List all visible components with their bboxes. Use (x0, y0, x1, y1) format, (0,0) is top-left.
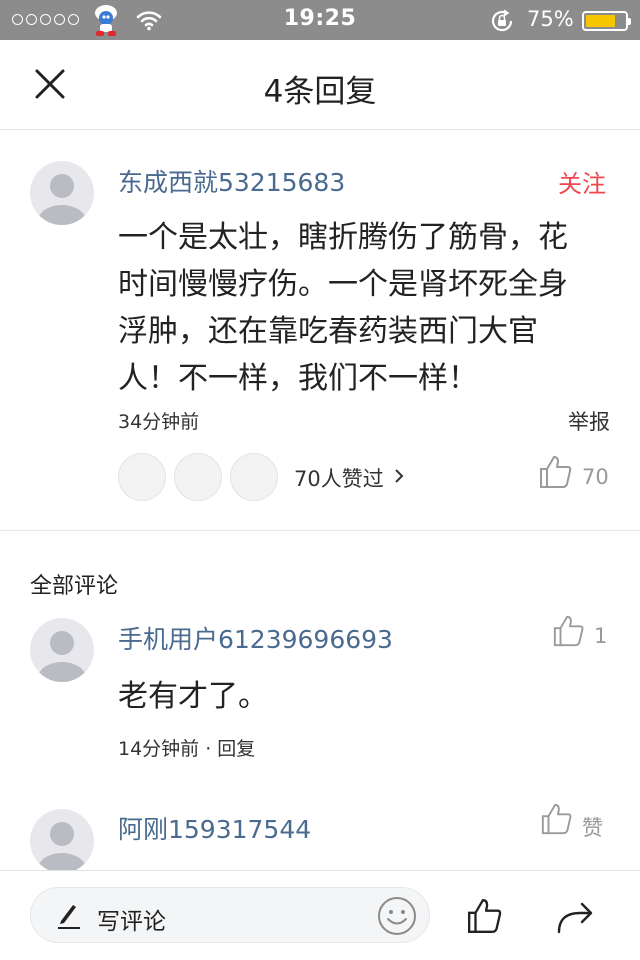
header: 4条回复 (0, 40, 640, 130)
pen-icon (58, 905, 80, 929)
replies-sheet: 4条回复 东成西就53215683 关注 一个是太壮，瞎折腾伤了筋骨，花 时间慢… (0, 40, 640, 960)
like-count: 70 (582, 465, 609, 489)
divider (0, 530, 640, 531)
reply-username[interactable]: 手机用户61239696693 (118, 620, 393, 656)
emoji-icon[interactable] (377, 896, 417, 936)
share-icon[interactable] (556, 899, 596, 935)
follow-button[interactable]: 关注 (558, 164, 606, 199)
battery-percent: 75% (527, 7, 574, 31)
page-title: 4条回复 (263, 74, 377, 110)
thumbs-up-icon[interactable] (540, 802, 574, 836)
thumbs-up-icon[interactable] (466, 897, 504, 935)
comment-line: 时间慢慢疗伤。一个是肾坏死全身 (118, 267, 568, 302)
reply-username[interactable]: 阿刚159317544 (118, 810, 311, 846)
likers-summary[interactable]: 70人赞过 (294, 463, 384, 493)
reply-like-count: 1 (594, 624, 608, 648)
comment-content: 一个是太壮，瞎折腾伤了筋骨，花 时间慢慢疗伤。一个是肾坏死全身 浮肿，还在靠吃春… (118, 214, 568, 402)
section-title: 全部评论 (30, 574, 119, 599)
liker-avatar[interactable] (174, 453, 222, 501)
avatar[interactable] (30, 809, 94, 873)
rotation-lock-icon (491, 9, 513, 32)
comment-username[interactable]: 东成西就53215683 (118, 163, 345, 199)
liker-avatar[interactable] (118, 453, 166, 501)
avatar[interactable] (30, 161, 94, 225)
report-link[interactable]: 举报 (568, 406, 610, 436)
default-avatar-icon (38, 822, 86, 873)
avatar[interactable] (30, 618, 94, 682)
reply-content: 老有才了。 (118, 679, 268, 714)
liker-avatar[interactable] (230, 453, 278, 501)
battery-icon (582, 11, 631, 31)
status-bar: 19:25 75% (0, 0, 640, 40)
reply-like-label: 赞 (582, 816, 603, 840)
thumbs-up-icon[interactable] (538, 454, 574, 490)
comment-placeholder: 写评论 (97, 909, 166, 935)
comment-time: 34分钟前 (118, 411, 200, 433)
chevron-right-icon (395, 469, 404, 483)
bottom-bar: 写评论 (0, 870, 640, 960)
default-avatar-icon (38, 631, 86, 682)
comment-line: 一个是太壮，瞎折腾伤了筋骨，花 (118, 220, 568, 255)
comment-input[interactable]: 写评论 (30, 887, 430, 943)
thumbs-up-icon[interactable] (552, 614, 586, 648)
comment-line: 人！不一样，我们不一样！ (118, 361, 478, 396)
default-avatar-icon (38, 174, 86, 225)
reply-meta[interactable]: 14分钟前 · 回复 (118, 734, 255, 761)
comment-line: 浮肿，还在靠吃春药装西门大官 (118, 314, 538, 349)
